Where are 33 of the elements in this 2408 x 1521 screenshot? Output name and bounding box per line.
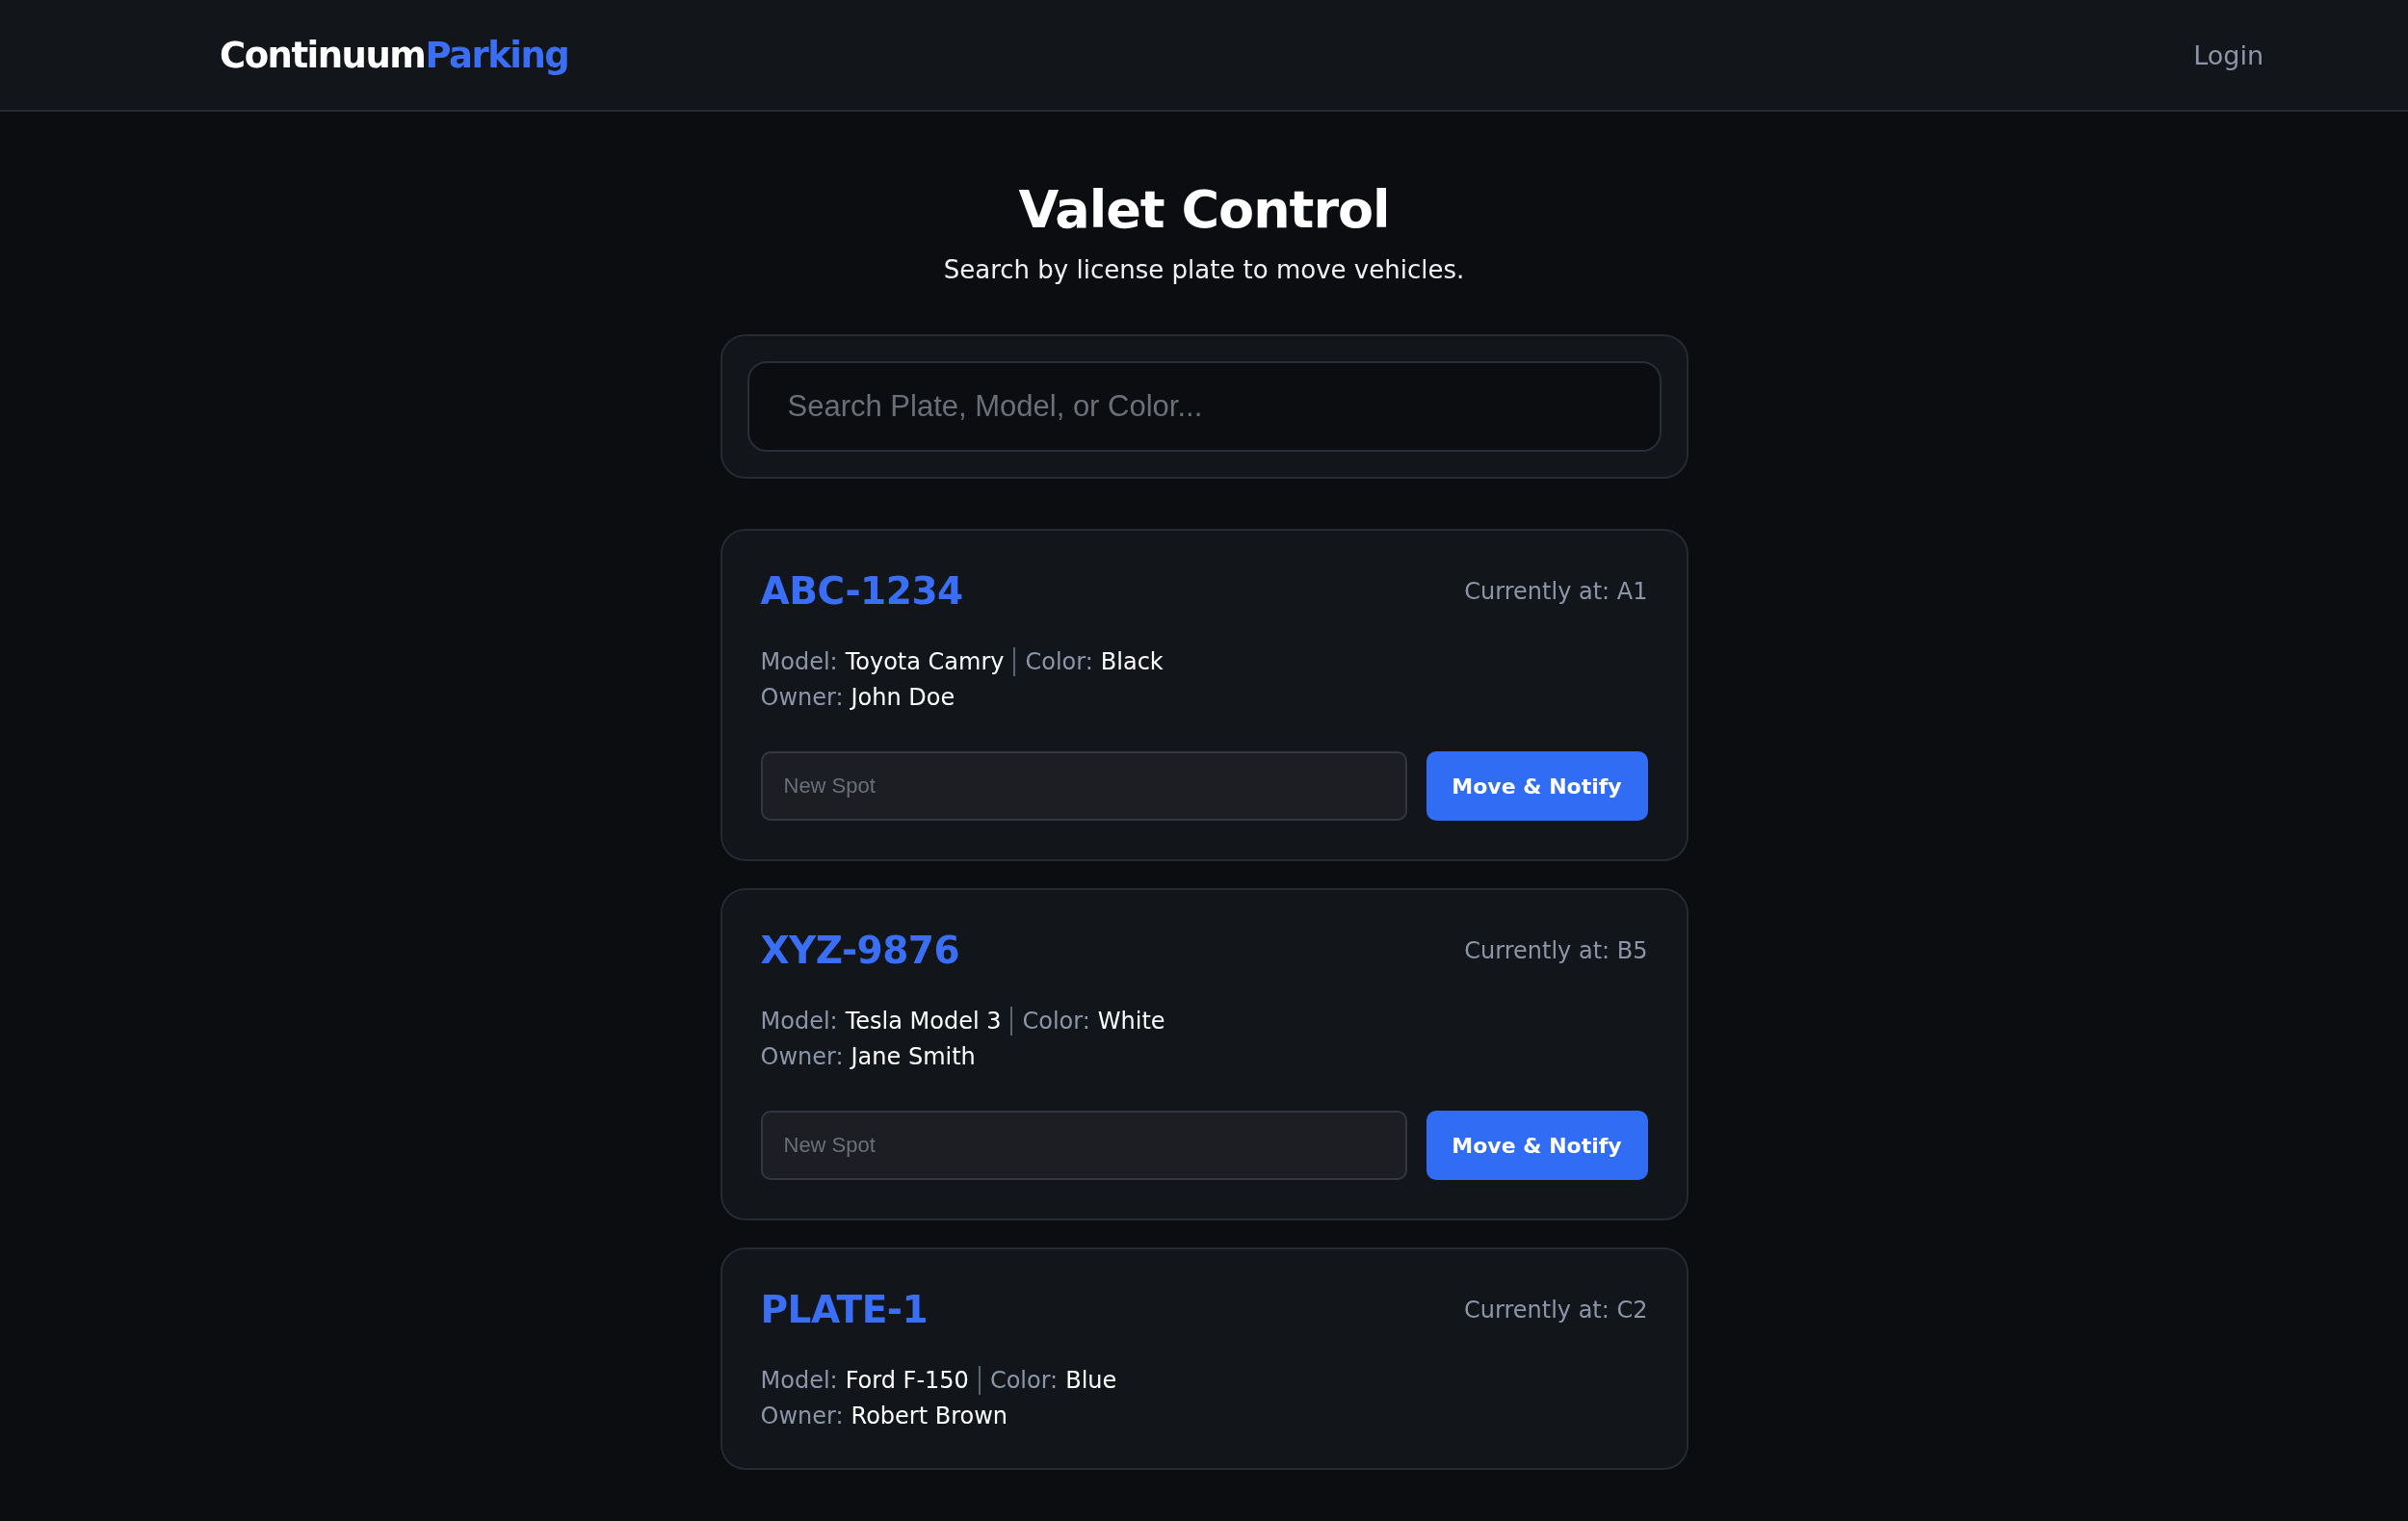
field-value: Robert Brown bbox=[851, 1403, 1008, 1429]
login-link[interactable]: Login bbox=[2193, 39, 2264, 70]
current-location: Currently at: B5 bbox=[1464, 936, 1648, 964]
move-notify-button[interactable]: Move & Notify bbox=[1426, 1111, 1648, 1180]
field-label: Color: bbox=[989, 1367, 1059, 1394]
field-value: White bbox=[1097, 1008, 1165, 1035]
field-value: Blue bbox=[1065, 1367, 1117, 1394]
field-value: Black bbox=[1100, 648, 1164, 675]
field-label: Color: bbox=[1022, 1008, 1090, 1035]
page-subtitle: Search by license plate to move vehicles. bbox=[943, 255, 1465, 284]
field-label: Model: bbox=[760, 1367, 838, 1394]
field-value: Tesla Model 3 bbox=[845, 1008, 1002, 1035]
field-label: Model: bbox=[760, 1008, 838, 1035]
field-value: Ford F-150 bbox=[845, 1367, 969, 1394]
search-field[interactable]: Search Plate, Model, or Color... bbox=[746, 361, 1662, 452]
field-value: Jane Smith bbox=[851, 1043, 976, 1070]
new-spot-field[interactable]: New Spot bbox=[760, 751, 1407, 821]
field-value: John Doe bbox=[851, 684, 955, 711]
current-location: Currently at: C2 bbox=[1464, 1296, 1648, 1324]
license-plate: PLATE-1 bbox=[760, 1288, 929, 1331]
move-notify-button[interactable]: Move & Notify bbox=[1426, 751, 1648, 821]
new-spot-field[interactable]: New Spot bbox=[760, 1111, 1407, 1180]
field-label: Owner: bbox=[760, 1403, 844, 1429]
field-label: Owner: bbox=[760, 1043, 844, 1070]
page-title: Valet Control bbox=[1018, 179, 1390, 240]
field-label: Color: bbox=[1025, 648, 1093, 675]
field-label: Owner: bbox=[760, 684, 844, 711]
license-plate: XYZ-9876 bbox=[760, 929, 960, 972]
field-label: Model: bbox=[760, 648, 838, 675]
field-value: Toyota Camry bbox=[845, 648, 1005, 675]
logo: ContinuumParking bbox=[220, 34, 569, 76]
current-location: Currently at: A1 bbox=[1464, 577, 1648, 605]
license-plate: ABC-1234 bbox=[760, 569, 963, 613]
